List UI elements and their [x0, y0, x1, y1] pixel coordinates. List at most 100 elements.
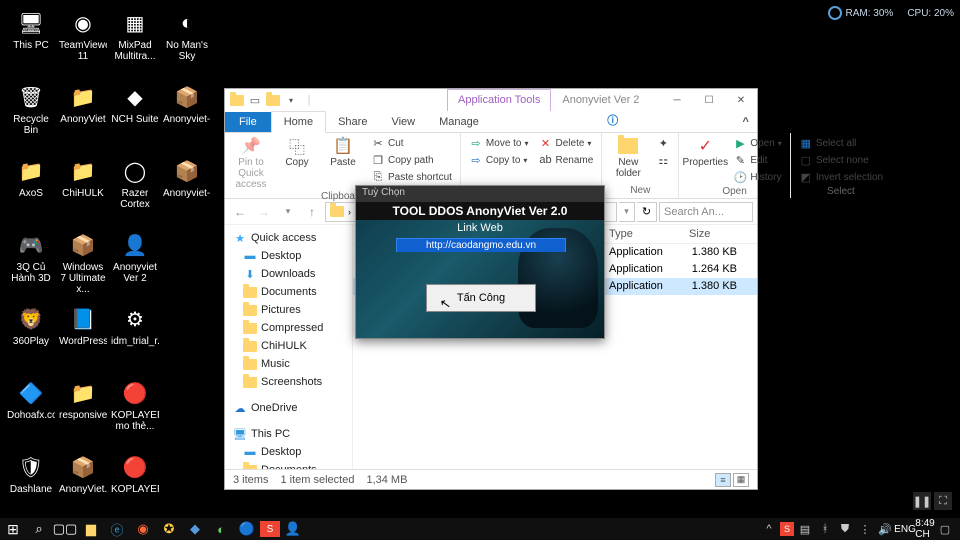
col-type[interactable]: Type — [603, 225, 683, 243]
collapse-ribbon-button[interactable]: ^ — [735, 112, 757, 132]
tray-lang[interactable]: ENG — [896, 518, 914, 540]
desktop-icon[interactable]: 🖥This PC — [6, 6, 56, 76]
task-app1[interactable]: ◉ — [130, 518, 156, 540]
view-details-button[interactable]: ≡ — [715, 473, 731, 487]
task-edge[interactable]: ⓔ — [104, 518, 130, 540]
tray-clock[interactable]: 8:49 CH — [916, 518, 934, 540]
url-input[interactable] — [397, 240, 565, 252]
easyaccess-button[interactable]: ⚏ — [654, 152, 672, 168]
task-app2[interactable]: ✪ — [156, 518, 182, 540]
nav-documents[interactable]: Documents — [225, 283, 352, 301]
nav-quick[interactable]: ★Quick access — [225, 229, 352, 247]
path-dropdown[interactable]: ▾ — [619, 202, 635, 222]
desktop-icon[interactable]: ◐No Man's Sky — [162, 6, 212, 76]
newitem-button[interactable]: ✦ — [654, 135, 672, 151]
qat-new-icon[interactable] — [265, 92, 281, 108]
desktop-icon[interactable]: 🛡Dashlane — [6, 450, 56, 520]
nav-onedrive[interactable]: ☁OneDrive — [225, 399, 352, 417]
copypath-button[interactable]: ❐Copy path — [369, 152, 454, 168]
view-large-button[interactable]: ▦ — [733, 473, 749, 487]
copy-button[interactable]: ⿻Copy — [277, 135, 317, 168]
task-explorer[interactable]: ▆ — [78, 518, 104, 540]
selectnone-button[interactable]: ▢Select none — [797, 152, 885, 168]
desktop-icon[interactable]: ⚙idm_trial_r... — [110, 302, 160, 372]
nav-music[interactable]: Music — [225, 355, 352, 373]
desktop-icon[interactable]: 🎮3Q Củ Hành 3D — [6, 228, 56, 298]
tray-shield-icon[interactable]: ⛊ — [836, 518, 854, 540]
task-chrome[interactable]: 🔵 — [234, 518, 260, 540]
nav-downloads[interactable]: ⬇Downloads — [225, 265, 352, 283]
desktop-icon[interactable]: 🦁360Play — [6, 302, 56, 372]
pin-button[interactable]: 📌Pin to Quick access — [231, 135, 271, 190]
history-button[interactable]: 🕑History — [731, 169, 783, 185]
newfolder-button[interactable]: New folder — [608, 135, 648, 179]
nav-compressed[interactable]: Compressed — [225, 319, 352, 337]
cut-button[interactable]: ✂Cut — [369, 135, 454, 151]
desktop-icon[interactable]: 📁AxoS — [6, 154, 56, 224]
tab-share[interactable]: Share — [326, 112, 379, 132]
tab-manage[interactable]: Manage — [427, 112, 491, 132]
moveto-button[interactable]: ⇨Move to ▾ — [467, 135, 531, 151]
edit-button[interactable]: ✎Edit — [731, 152, 783, 168]
taskview-button[interactable]: ▢▢ — [52, 518, 78, 540]
paste-button[interactable]: 📋Paste — [323, 135, 363, 168]
pause-button[interactable]: ❚❚ — [913, 492, 931, 510]
selectall-button[interactable]: ▦Select all — [797, 135, 885, 151]
fullscreen-button[interactable]: ⛶ — [934, 492, 952, 510]
desktop-icon[interactable]: 📦Anonyviet-... — [162, 80, 212, 150]
tray-network-icon[interactable]: ▤ — [796, 518, 814, 540]
desktop-icon[interactable]: 👤Anonyviet Ver 2 — [110, 228, 160, 298]
search-input[interactable]: Search An... — [659, 202, 753, 222]
nav-documents2[interactable]: Documents — [225, 461, 352, 469]
desktop-icon[interactable]: 🔴KOPLAYER — [110, 450, 160, 520]
refresh-button[interactable]: ↻ — [637, 202, 657, 222]
delete-button[interactable]: ✕Delete ▾ — [537, 135, 596, 151]
open-button[interactable]: ▶Open ▾ — [731, 135, 783, 151]
tab-file[interactable]: File — [225, 112, 271, 132]
nav-pictures[interactable]: Pictures — [225, 301, 352, 319]
up-button[interactable]: ↑ — [301, 201, 323, 223]
context-tab-apptools[interactable]: Application Tools — [447, 89, 551, 111]
help-button[interactable]: ⓘ — [599, 108, 626, 132]
recent-button[interactable]: ▾ — [277, 201, 299, 223]
tab-home[interactable]: Home — [271, 111, 326, 133]
nav-thispc[interactable]: 🖥This PC — [225, 425, 352, 443]
minimize-button[interactable]: ─ — [661, 89, 693, 111]
task-tool[interactable]: 👤 — [280, 518, 306, 540]
desktop-icon[interactable]: ◉TeamViewer 11 — [58, 6, 108, 76]
desktop-icon[interactable]: 📘WordPress... — [58, 302, 108, 372]
tool-menu[interactable]: Tuỳ Chọn — [356, 186, 604, 202]
desktop-icon[interactable]: 📁responsive-... — [58, 376, 108, 446]
desktop-icon[interactable]: 📦Windows 7 Ultimate x... — [58, 228, 108, 298]
tray-bt-icon[interactable]: ᚼ — [816, 518, 834, 540]
desktop-icon[interactable]: ▦MixPad Multitra... — [110, 6, 160, 76]
forward-button[interactable]: → — [253, 201, 275, 223]
tray-app-icon[interactable]: S — [780, 522, 794, 536]
search-button[interactable]: ⌕ — [26, 518, 52, 540]
desktop-icon[interactable]: 🗑Recycle Bin — [6, 80, 56, 150]
start-button[interactable]: ⊞ — [0, 518, 26, 540]
desktop-icon[interactable]: 📁ChiHULK — [58, 154, 108, 224]
copyto-button[interactable]: ⇨Copy to ▾ — [467, 152, 531, 168]
desktop-icon[interactable]: ◆NCH Suite — [110, 80, 160, 150]
desktop-icon[interactable]: 🔷Dohoafx.co... — [6, 376, 56, 446]
desktop-icon[interactable]: ◯Razer Cortex — [110, 154, 160, 224]
tool-window[interactable]: Tuỳ Chọn TOOL DDOS AnonyViet Ver 2.0 Lin… — [355, 185, 605, 339]
titlebar[interactable]: ▭ ▾ | Application Tools Anonyviet Ver 2 … — [225, 89, 757, 111]
task-app3[interactable]: ◆ — [182, 518, 208, 540]
desktop-icon[interactable]: 📁AnonyViet — [58, 80, 108, 150]
tray-wifi-icon[interactable]: ⋮ — [856, 518, 874, 540]
invert-button[interactable]: ◩Invert selection — [797, 169, 885, 185]
close-button[interactable]: ✕ — [725, 89, 757, 111]
qat-dropdown-icon[interactable]: ▾ — [283, 92, 299, 108]
nav-desktop2[interactable]: ▬Desktop — [225, 443, 352, 461]
tray-sound-icon[interactable]: 🔊 — [876, 518, 894, 540]
properties-button[interactable]: ✓Properties — [685, 135, 725, 168]
qat-prop-icon[interactable]: ▭ — [247, 92, 263, 108]
nav-desktop[interactable]: ▬Desktop — [225, 247, 352, 265]
back-button[interactable]: ← — [229, 201, 251, 223]
desktop-icon[interactable]: 🔴KOPLAYER mo thẻ... — [110, 376, 160, 446]
desktop-icon[interactable]: 📦Anonyviet-... — [162, 154, 212, 224]
maximize-button[interactable]: ☐ — [693, 89, 725, 111]
tray-up-icon[interactable]: ^ — [760, 518, 778, 540]
